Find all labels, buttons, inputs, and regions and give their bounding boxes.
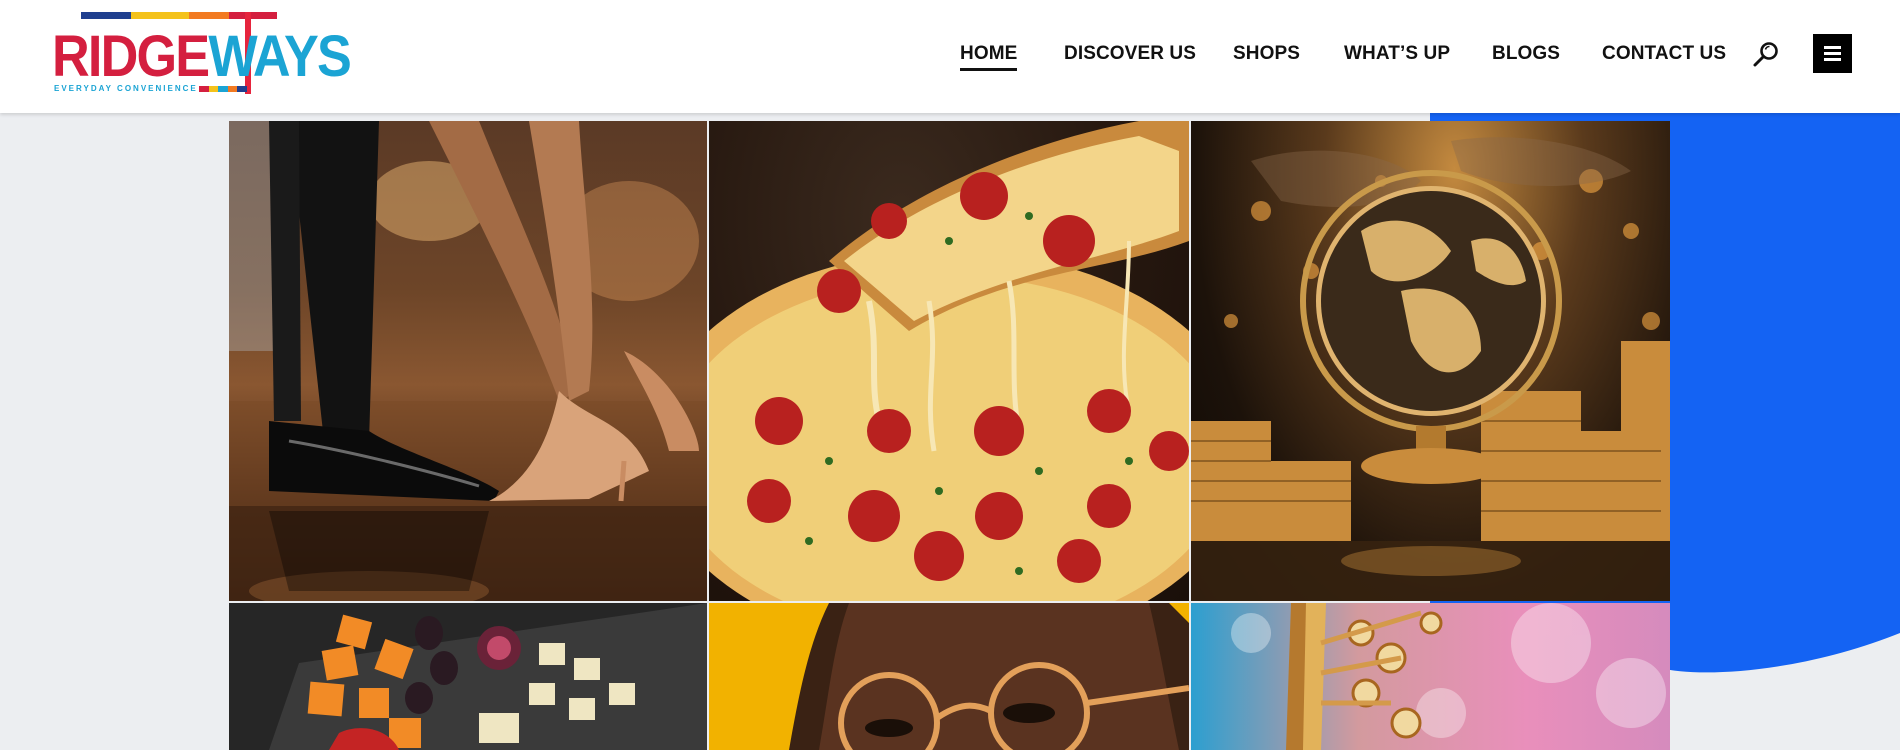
gallery-tile-cheese-platter[interactable] xyxy=(229,603,707,750)
hamburger-menu-icon xyxy=(1824,46,1841,49)
gallery-tile-saxophone[interactable] xyxy=(1191,603,1670,750)
photo-gallery xyxy=(229,121,1670,750)
logo-swatches xyxy=(199,86,247,92)
search-icon[interactable] xyxy=(1752,40,1780,68)
gallery-tile-globe-coins[interactable] xyxy=(1191,121,1670,601)
gallery-tile-person-glasses[interactable] xyxy=(709,603,1189,750)
nav-home[interactable]: HOME xyxy=(960,43,1018,71)
nav-whats-up[interactable]: WHAT’S UP xyxy=(1344,43,1450,65)
site-header: RIDGEWAYS EVERYDAY CONVENIENCE HOME DISC… xyxy=(0,0,1900,113)
nav-discover-us[interactable]: DISCOVER US xyxy=(1064,43,1196,65)
main-nav: HOME DISCOVER US SHOPS WHAT’S UP BLOGS C… xyxy=(0,43,1900,73)
logo-tagline: EVERYDAY CONVENIENCE xyxy=(54,84,198,93)
hamburger-menu-button[interactable] xyxy=(1813,34,1852,73)
gallery-tile-pizza[interactable] xyxy=(709,121,1189,601)
nav-shops[interactable]: SHOPS xyxy=(1233,43,1300,65)
nav-contact-us[interactable]: CONTACT US xyxy=(1602,43,1726,65)
gallery-tile-dance-shoes[interactable] xyxy=(229,121,707,601)
nav-blogs[interactable]: BLOGS xyxy=(1492,43,1560,65)
